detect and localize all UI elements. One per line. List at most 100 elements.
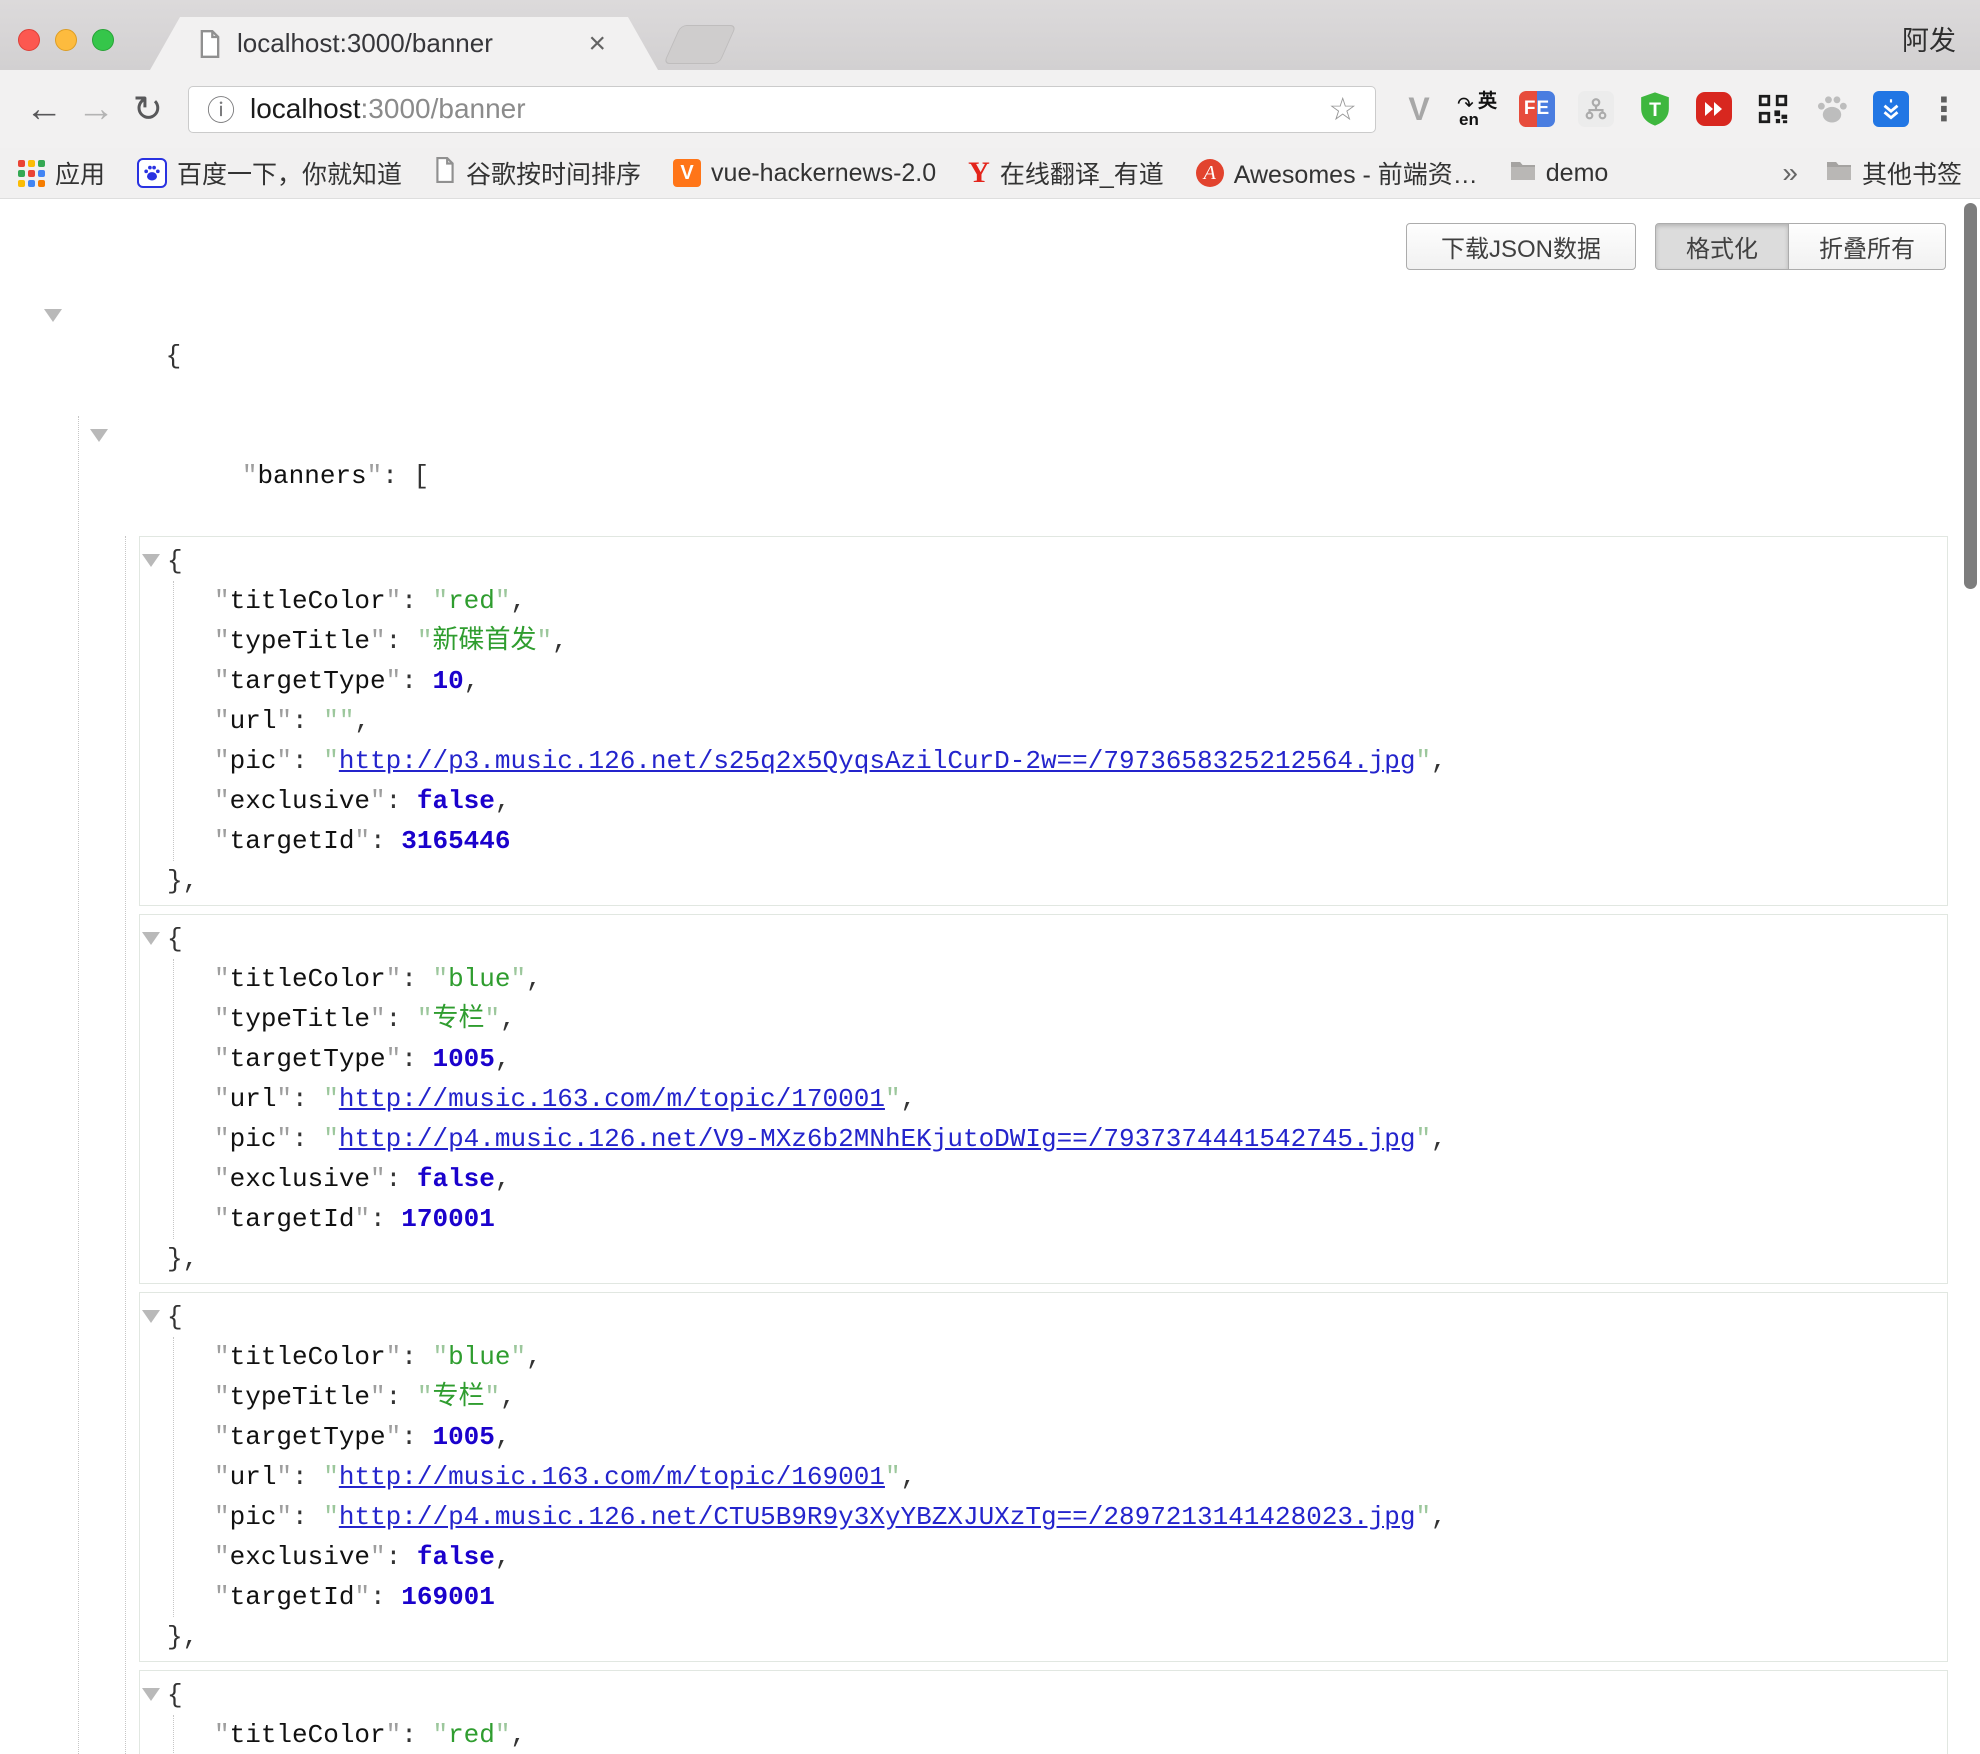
json-comma: ,	[464, 666, 480, 696]
new-tab-button[interactable]	[663, 25, 736, 64]
json-string-value: blue	[448, 964, 510, 994]
json-link[interactable]: http://music.163.com/m/topic/170001	[339, 1084, 885, 1114]
shield-icon[interactable]: T	[1636, 90, 1674, 128]
collapse-toggle-icon[interactable]	[44, 309, 62, 322]
site-info-icon[interactable]: ⓘ	[207, 89, 235, 129]
json-colon: :	[401, 1422, 432, 1452]
browser-menu-icon[interactable]: ⋮	[1928, 90, 1960, 128]
json-colon: :	[401, 586, 432, 616]
json-comma: ,	[495, 1164, 511, 1194]
url-text: localhost:3000/banner	[250, 93, 526, 125]
collapse-toggle-icon[interactable]	[142, 1310, 160, 1323]
bookmark-star-icon[interactable]: ☆	[1328, 90, 1357, 128]
json-key-quote: "	[370, 626, 386, 656]
json-line: "targetType": 1005,	[174, 1417, 1947, 1457]
json-number-value: 3165446	[401, 826, 510, 856]
json-link[interactable]: http://p4.music.126.net/V9-MXz6b2MNhEKju…	[339, 1124, 1416, 1154]
window-zoom-button[interactable]	[92, 29, 114, 51]
json-key: typeTitle	[230, 1382, 370, 1412]
json-key-quote: "	[214, 1720, 230, 1750]
json-line: "typeTitle": "新碟首发",	[174, 621, 1947, 661]
json-key-quote: "	[214, 1542, 230, 1572]
json-colon: :	[401, 1720, 432, 1750]
json-colon: :	[292, 1462, 323, 1492]
tab-close-icon[interactable]: ×	[588, 29, 606, 59]
awesomes-icon: A	[1196, 159, 1224, 187]
json-key-quote: "	[214, 746, 230, 776]
fe-extension-icon[interactable]: FE	[1518, 90, 1556, 128]
json-brace: },	[167, 1622, 198, 1652]
json-string-quote: "	[432, 1342, 448, 1372]
download-json-button[interactable]: 下载JSON数据	[1406, 223, 1636, 270]
bookmarks-overflow-icon[interactable]: »	[1782, 157, 1798, 189]
json-string-value: red	[448, 586, 495, 616]
json-colon: :	[370, 826, 401, 856]
window-minimize-button[interactable]	[55, 29, 77, 51]
json-key-quote: "	[214, 1164, 230, 1194]
json-key-quote: "	[214, 1502, 230, 1532]
vue-devtools-icon[interactable]: V	[1400, 90, 1438, 128]
json-string-quote: "	[417, 626, 433, 656]
bookmark-awesomes[interactable]: A Awesomes - 前端资…	[1196, 155, 1478, 191]
json-key-quote: "	[214, 626, 230, 656]
json-key-quote: "	[214, 1342, 230, 1372]
json-key: url	[230, 706, 277, 736]
json-colon: :	[386, 1004, 417, 1034]
json-key-quote: "	[370, 1004, 386, 1034]
json-colon: :	[401, 964, 432, 994]
page-content: 下载JSON数据 格式化 折叠所有 { "banners": [ {"title…	[0, 199, 1980, 1754]
json-brace: },	[167, 1244, 198, 1274]
json-comma: ,	[354, 706, 370, 736]
url-bar[interactable]: ⓘ localhost:3000/banner ☆	[188, 86, 1376, 133]
window-close-button[interactable]	[18, 29, 40, 51]
collapse-toggle-icon[interactable]	[90, 429, 108, 442]
json-string-quote: "	[885, 1084, 901, 1114]
browser-tab[interactable]: localhost:3000/banner ×	[150, 17, 658, 70]
json-colon: :	[401, 1342, 432, 1372]
json-link[interactable]: http://p4.music.126.net/CTU5B9R9y3XyYBZX…	[339, 1502, 1416, 1532]
qr-code-icon[interactable]	[1754, 90, 1792, 128]
json-line: "targetType": 1005,	[174, 1039, 1947, 1079]
json-comma: ,	[495, 786, 511, 816]
collapse-toggle-icon[interactable]	[142, 932, 160, 945]
fast-forward-icon[interactable]	[1695, 90, 1733, 128]
collapse-all-button[interactable]: 折叠所有	[1789, 223, 1946, 270]
json-colon: :	[386, 626, 417, 656]
other-bookmarks[interactable]: 其他书签	[1826, 155, 1962, 191]
bookmark-youdao[interactable]: Y 在线翻译_有道	[968, 155, 1164, 191]
bookmark-demo-folder[interactable]: demo	[1510, 159, 1609, 188]
reload-button[interactable]: ↻	[122, 91, 174, 127]
collapse-toggle-icon[interactable]	[142, 554, 160, 567]
json-colon: :	[292, 1502, 323, 1532]
translate-icon[interactable]: ↷ 英 en	[1459, 90, 1497, 128]
json-link[interactable]: http://p3.music.126.net/s25q2x5QyqsAzilC…	[339, 746, 1416, 776]
json-key: typeTitle	[230, 626, 370, 656]
json-line: },	[140, 861, 1947, 901]
json-key: targetType	[230, 1422, 386, 1452]
paw-icon[interactable]	[1813, 90, 1851, 128]
bookmark-vue-hackernews[interactable]: V vue-hackernews-2.0	[673, 159, 936, 188]
json-string-value: 专栏	[432, 1382, 484, 1412]
profile-name[interactable]: 阿发	[1902, 19, 1956, 58]
json-comma: ,	[901, 1084, 917, 1114]
forward-button[interactable]: →	[70, 90, 122, 128]
window-controls	[18, 29, 114, 51]
json-number-value: 1005	[432, 1422, 494, 1452]
format-button[interactable]: 格式化	[1655, 223, 1789, 270]
json-string-quote: "	[432, 586, 448, 616]
json-line: "typeTitle": "专栏",	[174, 999, 1947, 1039]
back-button[interactable]: ←	[18, 90, 70, 128]
collapse-toggle-icon[interactable]	[142, 1688, 160, 1701]
json-brace: {	[167, 546, 183, 576]
json-link[interactable]: http://music.163.com/m/topic/169001	[339, 1462, 885, 1492]
json-key-quote: "	[214, 1204, 230, 1234]
bookmark-google-sort[interactable]: 谷歌按时间排序	[434, 155, 641, 191]
json-key: targetType	[230, 1044, 386, 1074]
json-key: titleColor	[230, 586, 386, 616]
sitemap-icon[interactable]	[1577, 90, 1615, 128]
scrollbar-thumb[interactable]	[1964, 203, 1977, 589]
bookmark-apps[interactable]: 应用	[18, 155, 105, 191]
download-chevrons-icon[interactable]	[1872, 90, 1910, 128]
bookmark-baidu[interactable]: 百度一下，你就知道	[137, 155, 402, 191]
json-key-quote: "	[354, 1204, 370, 1234]
